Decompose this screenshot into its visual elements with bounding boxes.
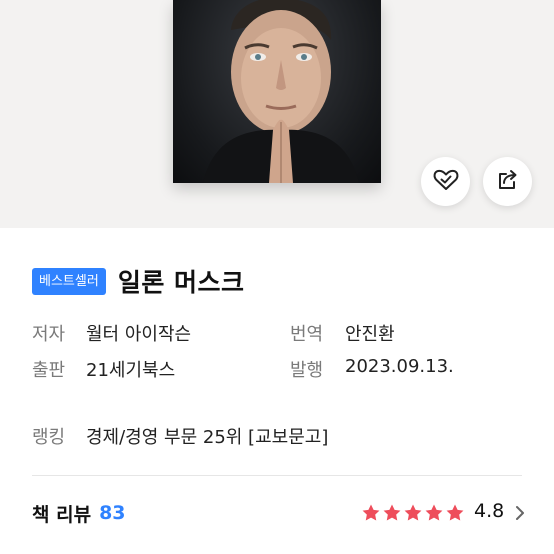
star-icon <box>403 503 423 527</box>
book-title: 일론 머스크 <box>117 268 245 297</box>
star-icon <box>424 503 444 527</box>
heart-check-icon <box>433 168 459 196</box>
section-divider <box>32 475 522 476</box>
author-value[interactable]: 월터 아이작슨 <box>86 320 191 346</box>
bestseller-badge: 베스트셀러 <box>32 267 106 295</box>
star-icon <box>382 503 402 527</box>
review-label: 책 리뷰 <box>32 503 92 526</box>
author-label: 저자 <box>32 324 66 345</box>
translator-value[interactable]: 안진환 <box>345 320 395 346</box>
book-cover-image[interactable] <box>173 0 381 183</box>
ranking-value[interactable]: 경제/경영 부문 25위 [교보문고] <box>86 423 328 449</box>
like-button[interactable] <box>421 157 470 206</box>
ranking-label: 랭킹 <box>32 427 66 448</box>
share-icon <box>496 168 520 196</box>
publisher-value[interactable]: 21세기북스 <box>86 356 175 382</box>
published-label: 발행 <box>290 360 324 381</box>
published-value: 2023.09.13. <box>345 356 454 377</box>
hero-section <box>0 0 554 228</box>
chevron-right-icon <box>514 503 526 527</box>
star-icon <box>361 503 381 527</box>
publisher-label: 출판 <box>32 360 66 381</box>
book-review-row[interactable]: 책 리뷰 83 4.8 <box>32 498 524 528</box>
review-count: 83 <box>99 502 126 524</box>
translator-label: 번역 <box>290 324 324 345</box>
star-icon <box>445 503 465 527</box>
share-button[interactable] <box>483 157 532 206</box>
portrait-illustration <box>203 0 359 183</box>
rating-stars <box>361 503 466 527</box>
title-row: 베스트셀러 일론 머스크 <box>32 265 245 297</box>
rating-value: 4.8 <box>474 500 505 522</box>
